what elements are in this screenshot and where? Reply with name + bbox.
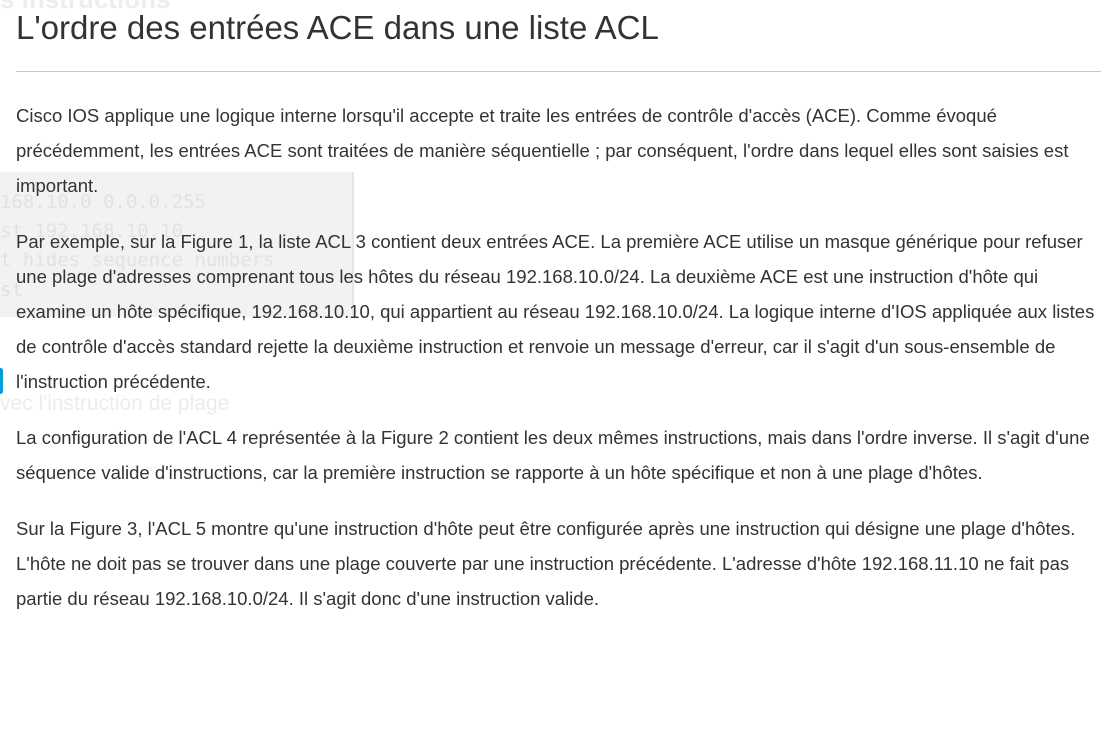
paragraph-figure-2: La configuration de l'ACL 4 représentée …	[16, 427, 1090, 483]
main-content: L'ordre des entrées ACE dans une liste A…	[0, 0, 1101, 616]
paragraph-figure-3: Sur la Figure 3, l'ACL 5 montre qu'une i…	[16, 518, 1076, 609]
paragraph-figure-1: Par exemple, sur la Figure 1, la liste A…	[16, 231, 1095, 392]
page-title: L'ordre des entrées ACE dans une liste A…	[16, 9, 659, 46]
paragraph-intro: Cisco IOS applique une logique interne l…	[16, 105, 1069, 196]
title-divider	[16, 71, 1101, 72]
